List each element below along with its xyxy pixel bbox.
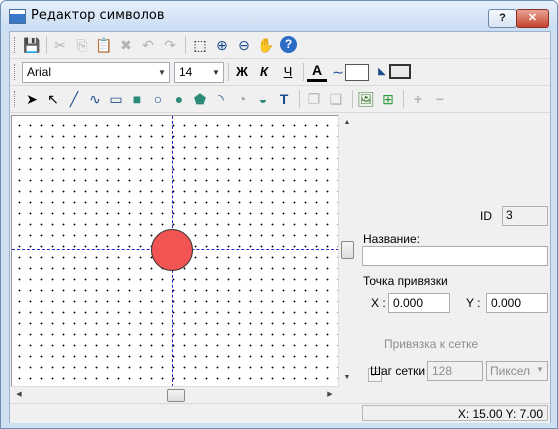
underline-button[interactable]: Ч	[278, 62, 298, 82]
font-size-value: 14	[179, 65, 193, 79]
toolbar-separator	[303, 63, 304, 81]
toolbar-separator	[228, 63, 229, 81]
filled-ellipse-tool-icon[interactable]: ●	[169, 89, 189, 109]
window-title: Редактор символов	[31, 8, 165, 23]
scrollbar-corner	[338, 386, 355, 403]
polyline-tool-icon[interactable]: ∿	[85, 89, 105, 109]
app-icon	[9, 9, 26, 24]
anchor-x-label: X :	[371, 296, 386, 310]
fill-color-swatch[interactable]	[389, 64, 411, 79]
grid-step-field[interactable]: 128	[427, 361, 483, 381]
font-family-value: Arial	[27, 65, 52, 79]
grid-unit-value: Пиксел	[490, 364, 530, 378]
insert-image-icon[interactable]: 🖼	[356, 89, 376, 109]
chevron-down-icon: ▼	[158, 68, 166, 77]
scroll-up-icon[interactable]: ▲	[339, 115, 355, 131]
id-field: 3	[502, 206, 548, 226]
scroll-down-icon[interactable]: ▼	[339, 370, 355, 386]
text-tool-icon[interactable]: T	[274, 89, 294, 109]
toolbar-grip[interactable]	[14, 91, 18, 107]
toolbar-separator	[46, 36, 47, 54]
vertical-scrollbar[interactable]: ▲ ▼	[338, 115, 355, 386]
undo-icon[interactable]: ↶	[138, 35, 158, 55]
id-label: ID	[480, 209, 492, 223]
filled-rectangle-tool-icon[interactable]: ■	[127, 89, 147, 109]
toolbar-separator	[352, 90, 353, 108]
main-toolbar: 💾 ✂ ⎘ 📋 ✖ ↶ ↷ ⬚ ⊕ ⊖ ✋ ?	[10, 32, 550, 59]
scroll-left-icon[interactable]: ◀	[11, 387, 27, 403]
horizontal-scroll-thumb[interactable]	[167, 389, 185, 402]
help-title-button[interactable]: ?	[488, 9, 517, 28]
line-tool-icon[interactable]: ╱	[64, 89, 84, 109]
toolbar-separator	[403, 90, 404, 108]
toolbar-separator	[185, 36, 186, 54]
text-color-button[interactable]: A	[307, 62, 327, 82]
chord-tool-icon[interactable]: ◒	[253, 89, 273, 109]
add-point-icon[interactable]: +	[408, 89, 428, 109]
zoom-out-icon[interactable]: ⊖	[234, 35, 254, 55]
add-image-icon[interactable]: ⊞	[378, 89, 398, 109]
drawing-tools-toolbar: ➤ ↖ ╱ ∿ ▭ ■ ○ ● ⬟ ◝ ◔ ◒ T ❐ ❏ 🖼 ⊞ + −	[10, 86, 550, 113]
group-icon[interactable]: ❐	[304, 89, 324, 109]
bold-button[interactable]: Ж	[232, 62, 252, 82]
node-edit-tool-icon[interactable]: ↖	[43, 89, 63, 109]
cursor-coordinates: X: 15.00 Y: 7.00	[362, 405, 548, 421]
drawing-canvas[interactable]	[11, 115, 339, 387]
name-field[interactable]	[362, 246, 548, 266]
toolbar-grip[interactable]	[14, 37, 18, 53]
scroll-right-icon[interactable]: ▶	[322, 387, 338, 403]
italic-button[interactable]: К	[254, 62, 274, 82]
arc-tool-icon[interactable]: ◝	[211, 89, 231, 109]
horizontal-scrollbar[interactable]: ◀ ▶	[11, 386, 338, 403]
anchor-y-field[interactable]: 0.000	[486, 293, 548, 313]
copy-icon[interactable]: ⎘	[72, 35, 92, 55]
toolbar-separator	[299, 90, 300, 108]
rectangle-tool-icon[interactable]: ▭	[106, 89, 126, 109]
client-area: 💾 ✂ ⎘ 📋 ✖ ↶ ↷ ⬚ ⊕ ⊖ ✋ ? Arial ▼ 14 ▼ Ж К…	[9, 31, 551, 423]
anchor-x-field[interactable]: 0.000	[388, 293, 450, 313]
remove-point-icon[interactable]: −	[430, 89, 450, 109]
anchor-point-label: Точка привязки	[363, 274, 448, 288]
save-icon[interactable]: 💾	[22, 35, 42, 55]
vertical-scroll-thumb[interactable]	[341, 241, 354, 259]
pie-tool-icon[interactable]: ◔	[232, 89, 252, 109]
select-area-icon[interactable]: ⬚	[190, 35, 210, 55]
redo-icon[interactable]: ↷	[160, 35, 180, 55]
pointer-tool-icon[interactable]: ➤	[22, 89, 42, 109]
grid-unit-select[interactable]: Пиксел ▼	[486, 361, 548, 381]
ellipse-tool-icon[interactable]: ○	[148, 89, 168, 109]
zoom-in-icon[interactable]: ⊕	[212, 35, 232, 55]
help-icon[interactable]: ?	[280, 36, 297, 53]
line-color-swatch[interactable]	[345, 64, 369, 81]
anchor-y-label: Y :	[466, 296, 481, 310]
status-bar: X: 15.00 Y: 7.00	[10, 403, 550, 423]
pan-hand-icon[interactable]: ✋	[256, 35, 276, 55]
snap-to-grid-label: Привязка к сетке	[384, 337, 479, 351]
toolbar-grip[interactable]	[14, 64, 18, 80]
chevron-down-icon: ▼	[536, 365, 544, 374]
circle-shape[interactable]	[151, 229, 193, 271]
font-family-select[interactable]: Arial ▼	[22, 62, 170, 83]
chevron-down-icon: ▼	[212, 68, 220, 77]
polygon-tool-icon[interactable]: ⬟	[190, 89, 210, 109]
symbol-editor-window: Редактор символов ? ✕ 💾 ✂ ⎘ 📋 ✖ ↶ ↷ ⬚ ⊕ …	[0, 0, 558, 429]
format-toolbar: Arial ▼ 14 ▼ Ж К Ч A ∼ ◣	[10, 59, 550, 86]
delete-icon[interactable]: ✖	[116, 35, 136, 55]
ungroup-icon[interactable]: ❏	[326, 89, 346, 109]
font-size-select[interactable]: 14 ▼	[174, 62, 224, 83]
grid-step-label: Шаг сетки	[370, 364, 426, 378]
name-label: Название:	[363, 232, 420, 246]
cut-icon[interactable]: ✂	[50, 35, 70, 55]
paste-icon[interactable]: 📋	[94, 35, 114, 55]
title-bar[interactable]: Редактор символов ? ✕	[1, 1, 557, 31]
close-button[interactable]: ✕	[516, 9, 549, 28]
